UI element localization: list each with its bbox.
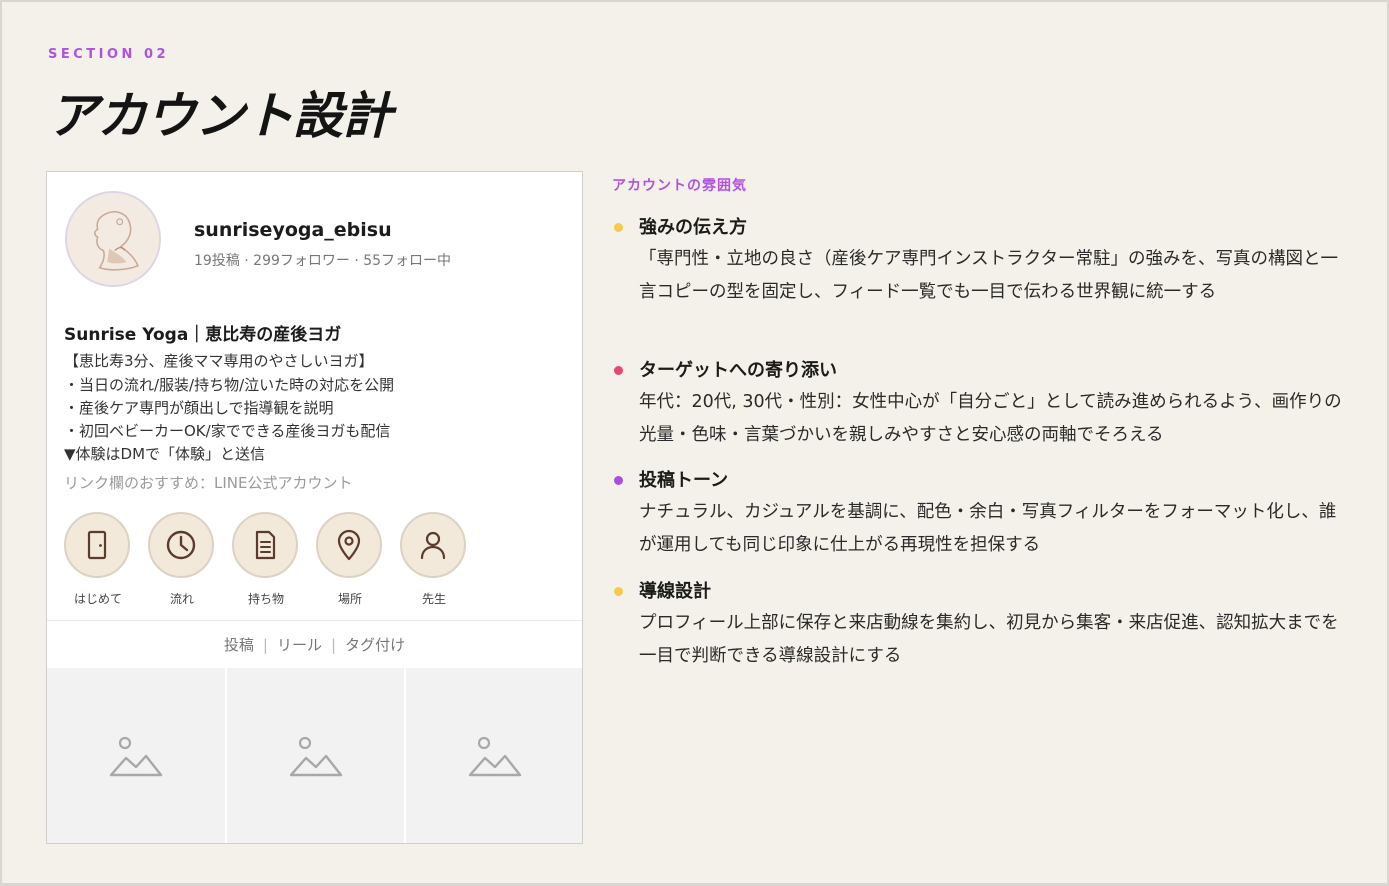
bio-line: 【恵比寿3分、産後ママ専用のやさしいヨガ】 xyxy=(64,352,374,370)
slide: SECTION 02 アカウント設計 sunriseyoga_ebisu 19投… xyxy=(2,2,1387,883)
mood-point: 導線設計 プロフィール上部に保存と来店動線を集約し、初見から集客・来店促進、認知… xyxy=(612,577,1357,677)
image-placeholder-icon xyxy=(109,736,163,776)
avatar[interactable] xyxy=(65,191,161,287)
bio-line: ・初回ベビーカーOK/家でできる産後ヨガも配信 xyxy=(64,422,391,440)
bullet-dot xyxy=(614,366,623,375)
tab-separator: | xyxy=(331,636,337,654)
person-icon xyxy=(420,531,446,560)
image-placeholder-icon xyxy=(468,736,522,776)
point-title: 投稿トーン xyxy=(639,470,729,491)
story-highlights: はじめて 流れ 持ち物 場所 先生 xyxy=(64,512,524,607)
mood-point: 強みの伝え方 「専門性・立地の良さ（産後ケア専門インストラクター常駐」の強みを、… xyxy=(612,213,1357,343)
point-title: 強みの伝え方 xyxy=(639,217,747,238)
bio-line: ・当日の流れ/服装/持ち物/泣いた時の対応を公開 xyxy=(64,376,395,394)
highlight-label: 流れ xyxy=(169,592,194,606)
highlight-nagare[interactable]: 流れ xyxy=(148,512,216,607)
bullet-dot xyxy=(614,587,623,596)
highlight-basho[interactable]: 場所 xyxy=(316,512,384,607)
tab-posts[interactable]: 投稿 xyxy=(224,636,254,654)
post-grid xyxy=(47,668,582,843)
highlight-label: 持ち物 xyxy=(247,592,284,606)
tab-reels[interactable]: リール xyxy=(277,636,322,654)
point-body: 年代：20代, 30代・性別：女性中心が「自分ごと」として読み進められるよう、画… xyxy=(639,392,1342,445)
profile-stats: 19投稿 · 299フォロワー · 55フォロー中 xyxy=(194,253,452,269)
mood-label: アカウントの雰囲気 xyxy=(612,178,747,194)
highlight-mochimono[interactable]: 持ち物 xyxy=(232,512,300,607)
highlight-sensei[interactable]: 先生 xyxy=(400,512,468,607)
point-title: ターゲットへの寄り添い xyxy=(639,360,837,381)
bullet-dot xyxy=(614,223,623,232)
image-placeholder-icon xyxy=(289,736,342,776)
link-note: リンク欄のおすすめ：LINE公式アカウント xyxy=(64,474,353,492)
bio-name: Sunrise Yoga｜恵比寿の産後ヨガ xyxy=(64,325,342,345)
highlight-label: 先生 xyxy=(421,592,446,606)
profile-mockup: sunriseyoga_ebisu 19投稿 · 299フォロワー · 55フォ… xyxy=(46,171,583,844)
tab-separator: | xyxy=(262,636,268,654)
highlight-label: はじめて xyxy=(73,592,122,606)
post-thumbnail[interactable] xyxy=(406,668,582,843)
yoga-woman-illustration-icon xyxy=(67,193,159,285)
section-label: SECTION 02 xyxy=(48,47,170,62)
page-title: アカウント設計 xyxy=(48,87,392,145)
highlight-hajimete[interactable]: はじめて xyxy=(64,512,132,607)
document-icon xyxy=(255,530,276,560)
highlight-label: 場所 xyxy=(337,592,362,606)
point-body: ナチュラル、カジュアルを基調に、配色・余白・写真フィルターをフォーマット化し、誰… xyxy=(639,502,1337,555)
post-thumbnail[interactable] xyxy=(227,668,404,843)
post-thumbnail[interactable] xyxy=(47,668,225,843)
tab-tagged[interactable]: タグ付け xyxy=(345,636,405,654)
point-title: 導線設計 xyxy=(639,581,711,602)
clock-icon xyxy=(166,530,196,560)
bio-line: ▼体験はDMで「体験」と送信 xyxy=(64,445,266,463)
mood-point: 投稿トーン ナチュラル、カジュアルを基調に、配色・余白・写真フィルターをフォーマ… xyxy=(612,466,1357,566)
door-icon xyxy=(87,530,107,560)
profile-tabs: 投稿 | リール | タグ付け xyxy=(47,620,582,668)
location-pin-icon xyxy=(337,529,361,561)
bullet-dot xyxy=(614,476,623,485)
bio-line: ・産後ケア専門が顔出しで指導観を説明 xyxy=(64,399,334,417)
point-body: プロフィール上部に保存と来店動線を集約し、初見から集客・来店促進、認知拡大までを… xyxy=(639,613,1339,666)
point-body: 「専門性・立地の良さ（産後ケア専門インストラクター常駐」の強みを、写真の構図と一… xyxy=(639,249,1338,302)
mood-point: ターゲットへの寄り添い 年代：20代, 30代・性別：女性中心が「自分ごと」とし… xyxy=(612,356,1357,456)
username[interactable]: sunriseyoga_ebisu xyxy=(194,219,392,241)
